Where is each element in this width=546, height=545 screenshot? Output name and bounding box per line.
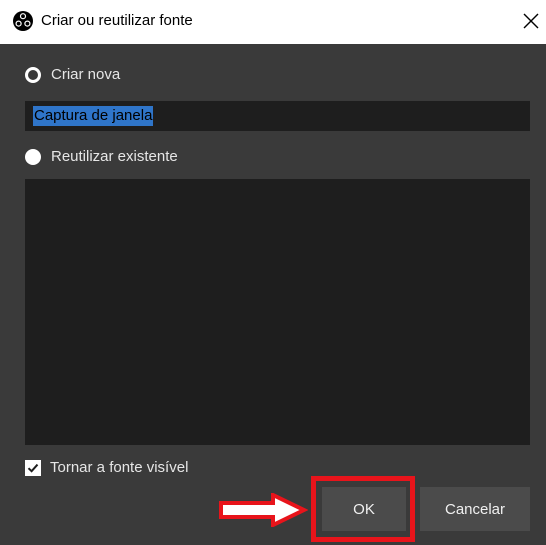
reuse-existing-label: Reutilizar existente (51, 148, 178, 165)
make-visible-option[interactable]: Tornar a fonte visível (25, 456, 188, 480)
source-name-value: Captura de janela (33, 106, 154, 126)
create-new-radio-option[interactable]: Criar nova (25, 64, 120, 86)
ok-button[interactable]: OK (322, 487, 406, 531)
window-title: Criar ou reutilizar fonte (41, 12, 193, 29)
reuse-existing-radio[interactable] (25, 149, 41, 165)
close-icon[interactable] (520, 10, 542, 32)
checkmark-icon (27, 463, 39, 473)
reuse-existing-radio-option[interactable]: Reutilizar existente (25, 146, 178, 168)
cancel-button[interactable]: Cancelar (420, 487, 530, 531)
create-new-radio[interactable] (25, 67, 41, 83)
dialog-body: Criar nova Captura de janela Reutilizar … (0, 44, 546, 545)
create-new-label: Criar nova (51, 66, 121, 83)
source-name-input[interactable]: Captura de janela (25, 101, 530, 131)
title-bar: Criar ou reutilizar fonte (0, 0, 546, 44)
make-visible-label: Tornar a fonte visível (50, 459, 189, 476)
arrow-right-icon (219, 493, 308, 527)
make-visible-checkbox[interactable] (25, 460, 41, 476)
obs-logo-icon (13, 11, 33, 31)
existing-sources-list[interactable] (25, 179, 530, 445)
